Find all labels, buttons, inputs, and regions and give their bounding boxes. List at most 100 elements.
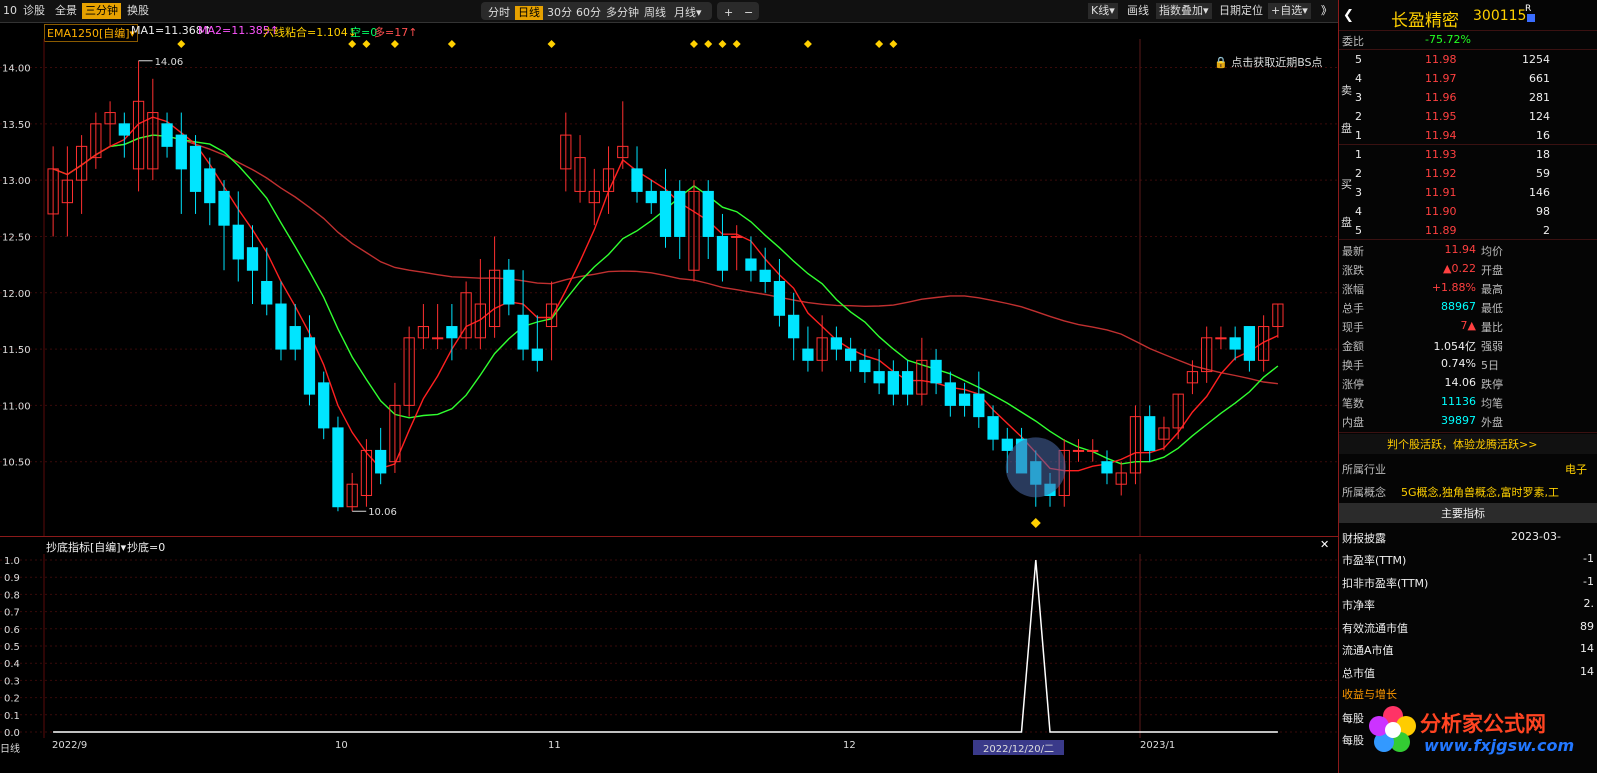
stat-row[interactable]: 内盘 39897 外盘	[1339, 412, 1597, 431]
industry-value[interactable]: 电子	[1565, 461, 1587, 477]
concept-value[interactable]: 5G概念,独角兽概念,富时罗素,工	[1401, 484, 1559, 500]
metric-row[interactable]: 扣非市盈率(TTM) -1	[1339, 573, 1597, 592]
close-subchart-icon[interactable]: ✕	[1320, 538, 1329, 551]
candle-body	[261, 281, 273, 305]
stat-row[interactable]: 金额 1.054亿 强弱	[1339, 336, 1597, 355]
zoom-controls: + −	[717, 2, 759, 20]
index-overlay-dropdown[interactable]: 指数叠加▾	[1156, 3, 1212, 19]
candle-body	[289, 326, 301, 350]
candle-body	[1229, 337, 1241, 350]
metric-value: -1	[1583, 552, 1594, 565]
metric-row[interactable]: 市盈率(TTM) -1	[1339, 550, 1597, 569]
chart-icon[interactable]	[1527, 14, 1535, 22]
duo-value: 多=17↑	[374, 26, 418, 39]
period-30min[interactable]: 30分	[544, 6, 575, 20]
stat-label-right: 均价	[1481, 245, 1503, 258]
candle-body	[189, 145, 202, 192]
stat-row[interactable]: 总手 88967 最低	[1339, 298, 1597, 317]
candle-body	[973, 393, 985, 418]
bid-volume: 59	[1536, 167, 1550, 180]
main-indicator-button[interactable]: 主要指标	[1441, 505, 1485, 521]
candle-body	[944, 382, 956, 406]
bid-volume: 146	[1529, 186, 1550, 199]
ask-row[interactable]: 2 11.95 124	[1339, 108, 1597, 127]
high-label: 14.06	[155, 57, 184, 68]
ask-level: 4	[1355, 72, 1362, 85]
candle-body	[517, 314, 529, 350]
candle-body	[645, 190, 657, 204]
buy-signal-icon	[1030, 518, 1041, 528]
candle-body	[788, 314, 800, 339]
stat-row[interactable]: 涨幅 +1.88% 最高	[1339, 279, 1597, 298]
kline-type-dropdown[interactable]: K线▾	[1088, 3, 1118, 19]
candle-body	[631, 168, 643, 192]
watchlist-dropdown[interactable]: +自选▾	[1268, 3, 1311, 19]
bid-row[interactable]: 3 11.91 146	[1339, 184, 1597, 203]
collapse-panel-icon[interactable]: 》	[1318, 3, 1335, 19]
metric-row[interactable]: 有效流通市值 89	[1339, 618, 1597, 637]
logo-text: 分析家公式网	[1420, 712, 1546, 736]
period-weekly[interactable]: 周线	[641, 6, 669, 20]
candlestick-chart[interactable]: 14.00 13.50 13.00 12.50 12.00 11.50 11.00 10.50…	[0, 39, 1338, 536]
bid-level: 3	[1355, 186, 1362, 199]
candle-body	[930, 359, 942, 384]
period-60min[interactable]: 60分	[573, 6, 604, 20]
bid-row[interactable]: 2 11.92 59	[1339, 165, 1597, 184]
candle-body	[318, 382, 330, 429]
candle-body	[232, 224, 244, 260]
ask-level: 2	[1355, 110, 1362, 123]
stat-label: 笔数	[1342, 397, 1364, 410]
sub-y-tick-label: 0.6	[4, 625, 20, 636]
ask-level: 1	[1355, 129, 1362, 142]
period-daily[interactable]: 日线	[515, 6, 543, 20]
sub-indicator-selector[interactable]: 抄底指标[自编]▾	[46, 539, 126, 555]
candle-body	[275, 303, 287, 350]
metric-row[interactable]: 总市值 14	[1339, 663, 1597, 682]
ask-row[interactable]: 4 11.97 661	[1339, 70, 1597, 89]
ask-level: 5	[1355, 53, 1362, 66]
toolbar-item-diagnose[interactable]: 诊股	[20, 3, 48, 19]
metric-label: 有效流通市值	[1342, 621, 1408, 635]
period-monthly[interactable]: 月线▾	[671, 6, 705, 20]
stat-label: 总手	[1342, 302, 1364, 315]
zoom-out-button[interactable]: −	[741, 6, 756, 20]
metric-row[interactable]: 市净率 2.	[1339, 595, 1597, 614]
toolbar-item-switch-stock[interactable]: 换股	[124, 3, 152, 19]
back-icon[interactable]: ❮	[1343, 8, 1354, 23]
bs-hint[interactable]: 🔒 点击获取近期BS点	[1214, 54, 1323, 70]
stat-row[interactable]: 换手 0.74% 5日	[1339, 355, 1597, 374]
sub-y-tick-label: 0.2	[4, 694, 20, 705]
promo-link[interactable]: 判个股活跃，体验龙腾活跃>>	[1387, 436, 1537, 452]
candle-body	[1101, 461, 1113, 474]
zoom-in-button[interactable]: +	[721, 6, 736, 20]
stat-row[interactable]: 笔数 11136 均笔	[1339, 393, 1597, 412]
industry-label: 所属行业	[1342, 463, 1386, 476]
sell-side-label: 卖盘	[1341, 84, 1352, 135]
y-tick-label: 12.00	[2, 289, 31, 300]
ask-row[interactable]: 5 11.98 1254	[1339, 51, 1597, 70]
toolbar-item-10[interactable]: 10	[0, 3, 20, 19]
date-locate-button[interactable]: 日期定位	[1216, 3, 1266, 19]
stat-row[interactable]: 涨停 14.06 跌停	[1339, 374, 1597, 393]
metric-value: 89	[1580, 619, 1594, 633]
metric-value: -1	[1583, 574, 1594, 588]
chaodi-indicator-chart[interactable]: 1.0 0.9 0.8 0.7 0.6 0.5 0.4 0.3 0.2 0.1 0.0	[0, 554, 1338, 738]
x-axis-period[interactable]: 日线	[0, 740, 20, 755]
bid-row[interactable]: 1 11.93 18	[1339, 146, 1597, 165]
toolbar-item-panorama[interactable]: 全景	[52, 3, 80, 19]
bid-row[interactable]: 4 11.90 98	[1339, 203, 1597, 222]
stat-row[interactable]: 最新 11.94 均价	[1339, 241, 1597, 260]
metric-row[interactable]: 流通A市值 14	[1339, 640, 1597, 659]
y-tick-label: 11.50	[2, 345, 31, 356]
stat-row[interactable]: 涨跌 ▲0.22 开盘	[1339, 260, 1597, 279]
stat-value: 11136	[1441, 395, 1476, 408]
stat-row[interactable]: 现手 7▲ 量比	[1339, 317, 1597, 336]
ask-row[interactable]: 3 11.96 281	[1339, 89, 1597, 108]
stat-value: ▲0.22	[1443, 262, 1476, 275]
toolbar-item-three-minute[interactable]: 三分钟	[82, 3, 121, 19]
period-intraday[interactable]: 分时	[485, 6, 513, 20]
ask-volume: 281	[1529, 91, 1550, 104]
period-multi-min[interactable]: 多分钟	[603, 6, 642, 20]
draw-line-button[interactable]: 画线	[1124, 3, 1152, 19]
candle-body	[745, 258, 757, 271]
